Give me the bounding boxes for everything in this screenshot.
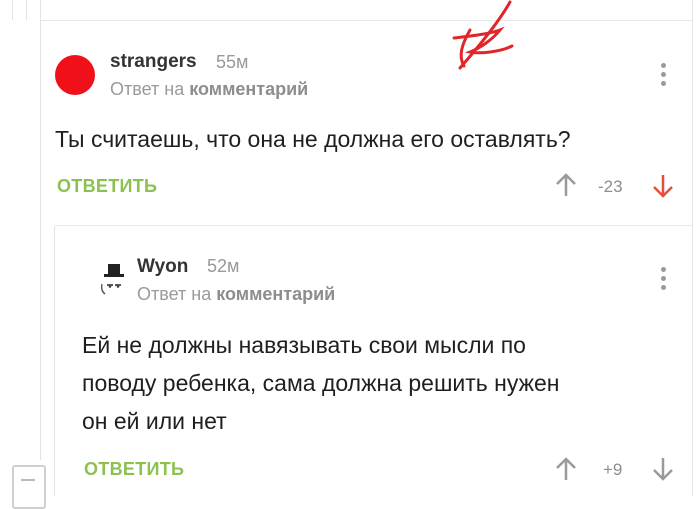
comment-text: Ей не должны навязывать свои мысли по по…: [82, 326, 560, 440]
comment-text-line: поводу ребенка, сама должна решить нужен: [82, 370, 560, 396]
reply-prefix: Ответ на: [110, 79, 185, 99]
comment-time: 52м: [207, 256, 240, 276]
comment-text: Ты считаешь, что она не должна его остав…: [55, 126, 571, 152]
thread-line: [692, 0, 693, 496]
reply-target-link[interactable]: комментарий: [216, 284, 335, 304]
score: -23: [598, 177, 623, 196]
divider: [40, 20, 692, 21]
reply-meta: Ответ на комментарий: [110, 79, 308, 100]
arrow-down-icon[interactable]: [652, 173, 674, 199]
comment-text-line: он ей или нет: [82, 408, 227, 434]
comment-username[interactable]: Wyon: [137, 256, 188, 278]
comment-username[interactable]: strangers: [110, 51, 197, 73]
score: +9: [603, 460, 623, 479]
divider: [55, 225, 692, 226]
reply-button[interactable]: ОТВЕТИТЬ: [84, 459, 184, 480]
avatar-hat-face-icon[interactable]: [96, 262, 132, 298]
thread-line: [54, 226, 55, 496]
reply-meta: Ответ на комментарий: [137, 284, 335, 305]
reply-button[interactable]: ОТВЕТИТЬ: [57, 176, 157, 197]
arrow-up-icon[interactable]: [555, 172, 577, 198]
kebab-menu-icon[interactable]: [661, 63, 667, 90]
scribble-mark: [452, 0, 514, 70]
kebab-menu-icon[interactable]: [661, 267, 667, 294]
arrow-up-icon[interactable]: [555, 456, 577, 482]
thread-line: [26, 0, 27, 20]
thread-line: [12, 0, 13, 20]
reply-prefix: Ответ на: [137, 284, 212, 304]
arrow-down-icon[interactable]: [652, 456, 674, 482]
comment-time: 55м: [216, 52, 249, 72]
reply-target-link[interactable]: комментарий: [189, 79, 308, 99]
comment-text-line: Ей не должны навязывать свои мысли по: [82, 332, 526, 358]
thread-line: [40, 0, 41, 460]
avatar[interactable]: [55, 55, 95, 95]
collapse-icon[interactable]: [12, 465, 46, 509]
